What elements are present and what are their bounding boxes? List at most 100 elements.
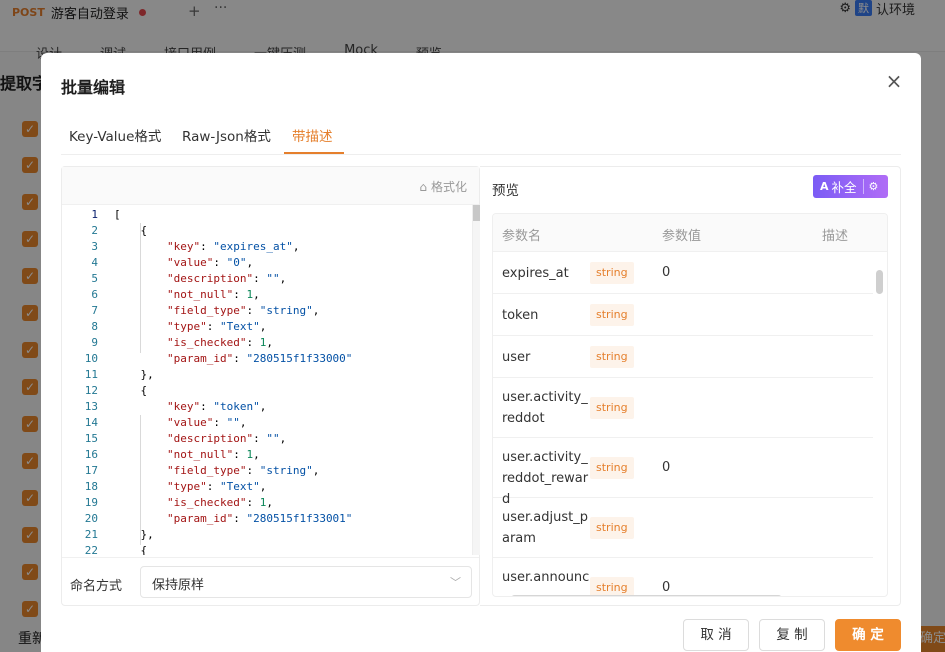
line-number: 12 bbox=[84, 384, 98, 397]
naming-row: 命名方式 保持原样 ﹀ bbox=[62, 557, 479, 606]
line-number: 13 bbox=[84, 400, 98, 413]
code-line: 19 "is_checked": 1, bbox=[62, 495, 462, 511]
code-line: 2 { bbox=[62, 223, 462, 239]
param-type-tag: string bbox=[590, 346, 634, 368]
code-text: "not_null": 1, bbox=[166, 288, 260, 301]
line-number: 18 bbox=[84, 480, 98, 493]
ai-complete-label: 补全 bbox=[831, 180, 857, 195]
indent-guide bbox=[140, 415, 141, 545]
line-number: 3 bbox=[91, 240, 98, 253]
code-line: 13 "key": "token", bbox=[62, 399, 462, 415]
code-line: 6 "not_null": 1, bbox=[62, 287, 462, 303]
line-number: 15 bbox=[84, 432, 98, 445]
param-name: user.activity_reddot bbox=[502, 390, 588, 426]
code-text: "value": "", bbox=[166, 416, 247, 429]
table-row: user.activity_reddot string bbox=[493, 378, 873, 438]
code-text: "key": "expires_at", bbox=[166, 240, 300, 253]
editor-scrollbar-thumb[interactable] bbox=[473, 205, 480, 221]
code-text: "param_id": "280515f1f33000" bbox=[166, 352, 353, 365]
code-text: { bbox=[114, 384, 148, 397]
line-number: 17 bbox=[84, 464, 98, 477]
param-value[interactable]: 0 bbox=[662, 265, 670, 280]
line-number: 8 bbox=[91, 320, 98, 333]
tab-key-value[interactable]: Key-Value格式 bbox=[69, 125, 161, 145]
code-text: "field_type": "string", bbox=[166, 464, 320, 477]
active-tab-indicator bbox=[284, 152, 344, 154]
code-line: 15 "description": "", bbox=[62, 431, 462, 447]
code-line: 16 "not_null": 1, bbox=[62, 447, 462, 463]
code-text: "type": "Text", bbox=[166, 320, 267, 333]
line-number: 10 bbox=[84, 352, 98, 365]
line-number: 1 bbox=[91, 208, 98, 221]
ai-button-divider bbox=[862, 179, 864, 194]
tab-with-description[interactable]: 带描述 bbox=[292, 125, 333, 145]
code-text: { bbox=[114, 544, 148, 555]
line-number: 7 bbox=[91, 304, 98, 317]
column-header-description: 描述 bbox=[822, 229, 849, 244]
format-label: 格式化 bbox=[430, 180, 467, 194]
line-number: 21 bbox=[84, 528, 98, 541]
code-line: 5 "description": "", bbox=[62, 271, 462, 287]
code-text: { bbox=[114, 224, 148, 237]
preview-table: 参数名 参数值 描述 expires_at string 0 token string u… bbox=[492, 213, 888, 597]
line-number: 4 bbox=[91, 256, 98, 269]
format-icon: ⌂ bbox=[419, 179, 427, 194]
code-line: 8 "type": "Text", bbox=[62, 319, 462, 335]
ai-complete-button[interactable]: A 补全 ⚙ bbox=[813, 175, 888, 198]
code-text: "is_checked": 1, bbox=[166, 496, 273, 509]
code-line: 7 "field_type": "string", bbox=[62, 303, 462, 319]
line-number: 6 bbox=[91, 288, 98, 301]
code-text: "not_null": 1, bbox=[166, 448, 260, 461]
settings-icon[interactable]: ⚙ bbox=[869, 180, 879, 193]
code-line: 22 { bbox=[62, 543, 462, 555]
table-row: expires_at string 0 bbox=[493, 252, 873, 294]
code-text: "param_id": "280515f1f33001" bbox=[166, 512, 353, 525]
code-editor[interactable]: 1[2 {3 "key": "expires_at", 4 "value": "0… bbox=[62, 205, 472, 555]
line-number: 2 bbox=[91, 224, 98, 237]
line-number: 19 bbox=[84, 496, 98, 509]
param-name: token bbox=[502, 308, 539, 323]
line-number: 16 bbox=[84, 448, 98, 461]
code-line: 17 "field_type": "string", bbox=[62, 463, 462, 479]
ai-icon: A bbox=[820, 180, 829, 193]
table-row: token string bbox=[493, 294, 873, 336]
line-number: 14 bbox=[84, 416, 98, 429]
indent-guide bbox=[140, 223, 141, 353]
code-line: 20 "param_id": "280515f1f33001" bbox=[62, 511, 462, 527]
code-line: 18 "type": "Text", bbox=[62, 479, 462, 495]
code-text: "type": "Text", bbox=[166, 480, 267, 493]
cancel-button[interactable]: 取 消 bbox=[683, 619, 749, 651]
line-number: 5 bbox=[91, 272, 98, 285]
table-row: user string bbox=[493, 336, 873, 378]
line-number: 11 bbox=[84, 368, 98, 381]
code-line: 14 "value": "", bbox=[62, 415, 462, 431]
batch-edit-dialog: 批量编辑 × Key-Value格式 Raw-Json格式 带描述 ⌂ 格式化 … bbox=[41, 53, 921, 652]
code-line: 12 { bbox=[62, 383, 462, 399]
preview-vertical-scrollbar[interactable] bbox=[873, 252, 887, 596]
param-type-tag: string bbox=[590, 304, 634, 326]
chevron-down-icon: ﹀ bbox=[450, 576, 461, 589]
table-row: user.adjust_param string bbox=[493, 498, 873, 558]
column-header-value: 参数值 bbox=[662, 229, 702, 244]
editor-scrollbar[interactable] bbox=[472, 205, 480, 555]
param-type-tag: string bbox=[590, 517, 634, 539]
preview-horizontal-scrollbar-thumb[interactable] bbox=[511, 595, 782, 596]
format-button[interactable]: ⌂ 格式化 bbox=[419, 178, 467, 195]
code-line: 1[ bbox=[62, 207, 462, 223]
code-line: 11 }, bbox=[62, 367, 462, 383]
confirm-button[interactable]: 确 定 bbox=[835, 619, 901, 651]
tab-raw-json[interactable]: Raw-Json格式 bbox=[182, 125, 271, 145]
line-number: 22 bbox=[84, 544, 98, 555]
code-text: "is_checked": 1, bbox=[166, 336, 273, 349]
dialog-title: 批量编辑 bbox=[61, 78, 126, 97]
line-number: 20 bbox=[84, 512, 98, 525]
copy-button[interactable]: 复 制 bbox=[759, 619, 825, 651]
table-row: user.announc string 0 bbox=[493, 558, 873, 596]
param-value[interactable]: 0 bbox=[662, 460, 670, 475]
close-icon[interactable]: × bbox=[884, 69, 904, 93]
code-text: "value": "0", bbox=[166, 256, 254, 269]
preview-vertical-scrollbar-thumb[interactable] bbox=[876, 270, 883, 294]
param-value[interactable]: 0 bbox=[662, 580, 670, 595]
code-line: 10 "param_id": "280515f1f33000" bbox=[62, 351, 462, 367]
naming-select[interactable]: 保持原样 ﹀ bbox=[140, 566, 472, 598]
